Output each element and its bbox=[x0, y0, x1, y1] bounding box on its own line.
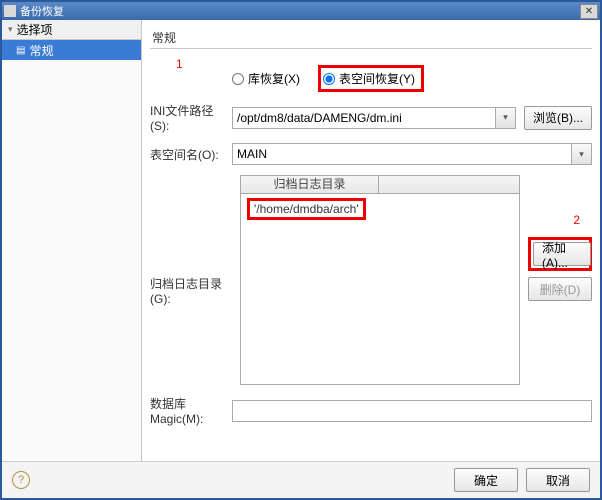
cancel-button[interactable]: 取消 bbox=[526, 468, 590, 492]
divider bbox=[150, 48, 592, 49]
ini-path-combo[interactable]: /opt/dm8/data/DAMENG/dm.ini bbox=[232, 107, 516, 129]
sidebar-heading[interactable]: 选择项 bbox=[2, 20, 141, 40]
highlight-add-button: 添加(A)... bbox=[528, 237, 592, 271]
chevron-down-icon[interactable] bbox=[571, 144, 591, 164]
app-icon bbox=[4, 5, 16, 17]
arch-row: 归档日志目录(G): 归档日志目录 '/home/dmdba/arch' 2 bbox=[150, 175, 592, 385]
window-title: 备份恢复 bbox=[20, 3, 580, 19]
highlight-arch-path: '/home/dmdba/arch' bbox=[247, 198, 366, 220]
tablespace-value: MAIN bbox=[237, 147, 267, 161]
ini-row: INI文件路径(S): /opt/dm8/data/DAMENG/dm.ini … bbox=[150, 102, 592, 133]
arch-listbox[interactable]: 归档日志目录 '/home/dmdba/arch' bbox=[240, 175, 520, 385]
dialog-body: 选择项 常规 常规 1 库恢复(X) 表空间恢复(Y) bbox=[2, 20, 600, 462]
arch-column-header: 归档日志目录 bbox=[241, 176, 379, 193]
radio-db-restore[interactable]: 库恢复(X) bbox=[232, 70, 300, 87]
tab-header: 常规 bbox=[150, 24, 592, 46]
tablespace-combo[interactable]: MAIN bbox=[232, 143, 592, 165]
footer: ? 确定 取消 bbox=[2, 462, 600, 498]
close-icon[interactable]: ✕ bbox=[580, 4, 598, 19]
restore-type-radios: 库恢复(X) 表空间恢复(Y) bbox=[232, 65, 424, 92]
help-icon[interactable]: ? bbox=[12, 471, 30, 489]
arch-list-row[interactable]: '/home/dmdba/arch' bbox=[247, 198, 366, 220]
sidebar-item-general[interactable]: 常规 bbox=[2, 40, 141, 60]
tab-general-label: 常规 bbox=[152, 29, 176, 46]
arch-label: 归档日志目录(G): bbox=[150, 175, 232, 306]
arch-buttons: 2 添加(A)... 删除(D) bbox=[528, 237, 592, 301]
magic-label: 数据库Magic(M): bbox=[150, 395, 232, 426]
browse-button[interactable]: 浏览(B)... bbox=[524, 106, 592, 130]
radio-ts-restore-input[interactable] bbox=[323, 73, 335, 85]
tablespace-row: 表空间名(O): MAIN bbox=[150, 143, 592, 165]
annotation-2: 2 bbox=[573, 213, 580, 227]
arch-list-header: 归档日志目录 bbox=[241, 176, 519, 194]
delete-button[interactable]: 删除(D) bbox=[528, 277, 592, 301]
titlebar: 备份恢复 ✕ bbox=[2, 2, 600, 20]
add-button[interactable]: 添加(A)... bbox=[533, 242, 591, 266]
ini-label: INI文件路径(S): bbox=[150, 102, 232, 133]
magic-row: 数据库Magic(M): bbox=[150, 395, 592, 426]
tablespace-label: 表空间名(O): bbox=[150, 146, 232, 163]
radio-ts-restore[interactable]: 表空间恢复(Y) bbox=[323, 70, 415, 87]
ok-button[interactable]: 确定 bbox=[454, 468, 518, 492]
dialog-window: 备份恢复 ✕ 选择项 常规 常规 1 库恢复(X) bbox=[0, 0, 602, 500]
restore-type-row: 库恢复(X) 表空间恢复(Y) bbox=[150, 65, 592, 92]
chevron-down-icon[interactable] bbox=[495, 108, 515, 128]
sidebar: 选择项 常规 bbox=[2, 20, 142, 461]
highlight-ts-restore: 表空间恢复(Y) bbox=[318, 65, 424, 92]
radio-db-restore-input[interactable] bbox=[232, 73, 244, 85]
content-pane: 常规 1 库恢复(X) 表空间恢复(Y) bbox=[142, 20, 600, 461]
ini-path-value: /opt/dm8/data/DAMENG/dm.ini bbox=[237, 111, 402, 125]
magic-input[interactable] bbox=[232, 400, 592, 422]
